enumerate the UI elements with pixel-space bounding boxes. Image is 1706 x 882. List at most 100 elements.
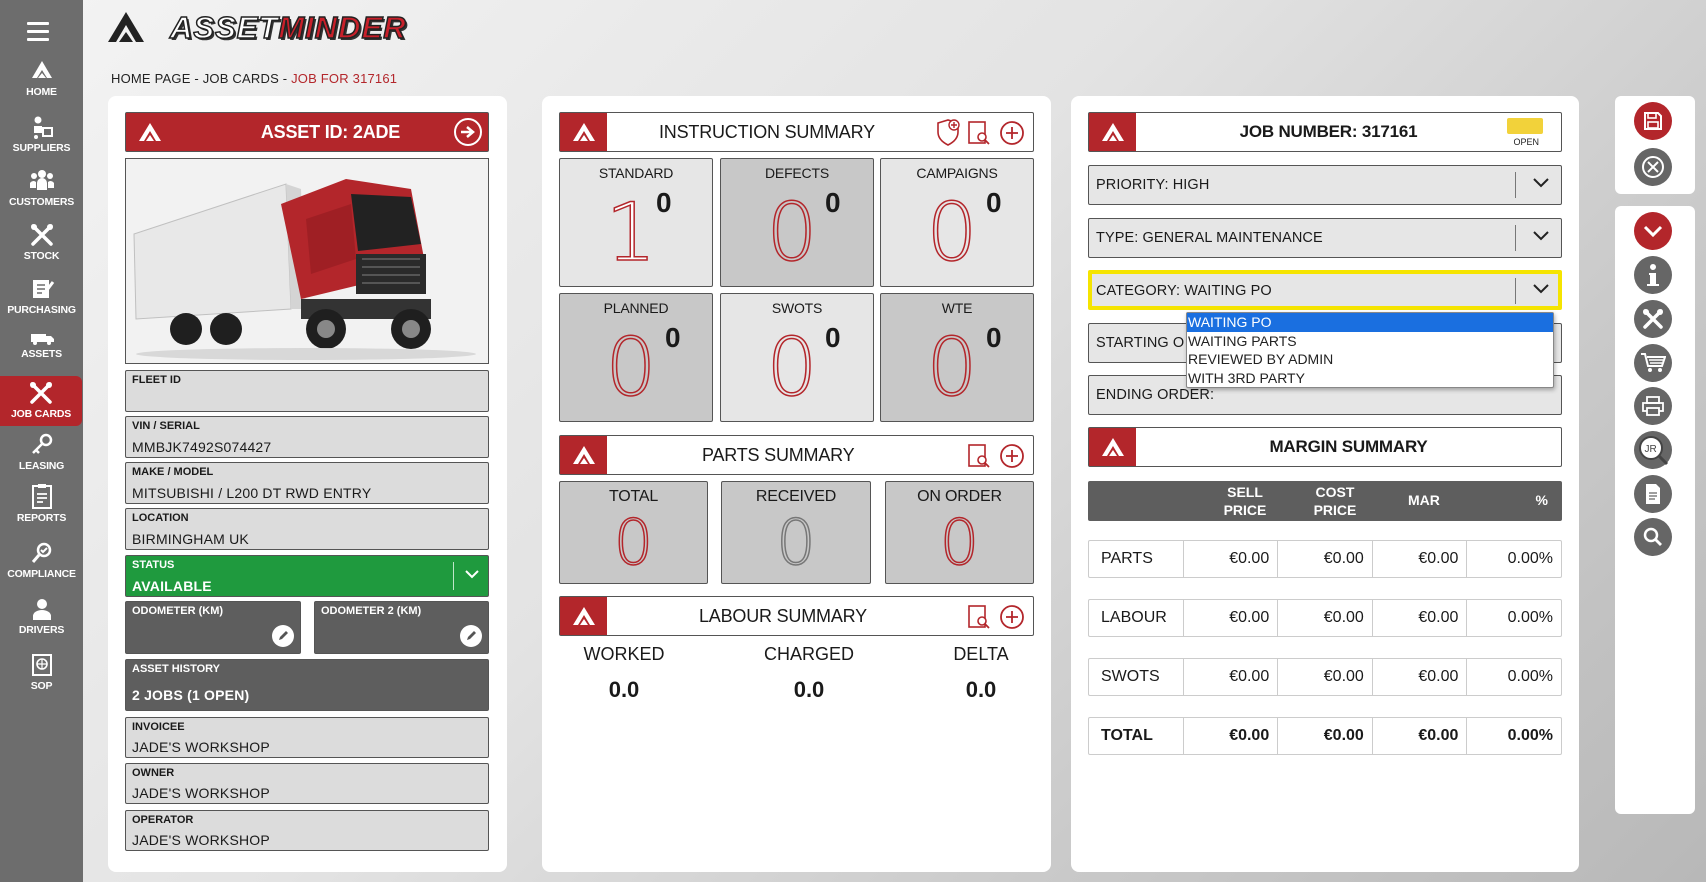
row-name: TOTAL [1101, 727, 1153, 744]
instruction-tile-standard[interactable]: STANDARD 0 1 [559, 158, 713, 287]
odometer-2-field[interactable]: ODOMETER 2 (KM) [314, 601, 489, 654]
parts-tile-on-order[interactable]: ON ORDER 0 [885, 481, 1034, 584]
tile-big-number: 0 [926, 321, 978, 414]
ending-order-label: ENDING ORDER: [1096, 387, 1215, 403]
instruction-tile-planned[interactable]: PLANNED 0 0 [559, 293, 713, 422]
close-button[interactable] [1634, 148, 1672, 186]
nav-sop-label: SOP [30, 680, 53, 692]
edit-odometer-button[interactable] [272, 625, 294, 647]
close-icon [1642, 156, 1664, 178]
tools-button[interactable] [1634, 300, 1672, 338]
make-model-label: MAKE / MODEL [132, 466, 214, 478]
asset-go-button[interactable] [454, 118, 482, 146]
asset-history-label: ASSET HISTORY [132, 663, 221, 675]
document-button[interactable] [1634, 475, 1672, 513]
tile-big-number: 0 [926, 186, 978, 279]
nav-sop[interactable]: SOP [0, 652, 83, 698]
operator-field[interactable]: OPERATOR JADE'S WORKSHOP [125, 810, 489, 851]
chevron-down-icon [1533, 231, 1549, 241]
row-sell: €0.00 [1182, 659, 1278, 695]
job-status-indicator [1507, 118, 1543, 134]
parts-tile-total[interactable]: TOTAL 0 [559, 481, 708, 584]
compliance-icon [31, 542, 51, 563]
priority-dropdown[interactable]: PRIORITY: HIGH [1088, 165, 1562, 205]
nav-job-cards[interactable]: JOB CARDS [0, 376, 82, 426]
category-dropdown[interactable]: CATEGORY: WAITING PO [1088, 270, 1562, 310]
starting-order-label: STARTING O [1096, 335, 1185, 351]
fleet-id-field[interactable]: FLEET ID [125, 370, 489, 412]
add-instruction-icon[interactable] [999, 120, 1025, 146]
category-option[interactable]: WITH 3RD PARTY [1187, 369, 1553, 388]
tile-count: 0 [665, 322, 681, 353]
nav-assets[interactable]: ASSETS [0, 332, 83, 368]
nav-reports[interactable]: REPORTS [0, 482, 83, 528]
row-margin: €0.00 [1371, 541, 1467, 577]
search-button[interactable] [1634, 518, 1672, 556]
nav-stock-label: STOCK [23, 250, 60, 262]
save-button[interactable] [1634, 102, 1672, 140]
nav-customers[interactable]: CUSTOMERS [0, 168, 83, 214]
add-part-icon[interactable] [999, 443, 1025, 469]
vin-value: MMBJK7492S074427 [132, 439, 272, 455]
instruction-tile-wte[interactable]: WTE 0 0 [880, 293, 1034, 422]
invoicee-field[interactable]: INVOICEE JADE'S WORKSHOP [125, 717, 489, 758]
nav-home[interactable]: HOME [0, 58, 83, 104]
category-option[interactable]: REVIEWED BY ADMIN [1187, 350, 1553, 369]
type-dropdown[interactable]: TYPE: GENERAL MAINTENANCE [1088, 218, 1562, 258]
tile-label: WTE [941, 300, 973, 316]
dropdown-separator [1515, 278, 1516, 304]
row-margin: €0.00 [1371, 600, 1467, 636]
tile-label: DEFECTS [765, 165, 829, 181]
cart-button[interactable] [1634, 344, 1672, 382]
instruction-summary-header: INSTRUCTION SUMMARY [559, 112, 1034, 152]
instruction-tile-campaigns[interactable]: CAMPAIGNS 0 0 [880, 158, 1034, 287]
search-document-icon[interactable] [967, 604, 991, 630]
nav-compliance[interactable]: COMPLIANCE [0, 540, 83, 586]
jr-search-button[interactable]: JR [1634, 431, 1672, 469]
breadcrumb-home[interactable]: HOME PAGE [111, 71, 191, 86]
nav-purchasing[interactable]: PURCHASING [0, 276, 83, 322]
labour-delta-label: DELTA [953, 644, 1009, 664]
invoicee-value: JADE'S WORKSHOP [132, 739, 270, 755]
print-button[interactable] [1634, 387, 1672, 425]
tile-label: CAMPAIGNS [916, 165, 998, 181]
tile-big-number: 0 [766, 321, 818, 414]
nav-suppliers[interactable]: SUPPLIERS [0, 114, 83, 160]
add-labour-icon[interactable] [999, 604, 1025, 630]
breadcrumb-job-cards[interactable]: JOB CARDS [203, 71, 279, 86]
leasing-icon [31, 433, 52, 454]
search-document-icon[interactable] [967, 443, 991, 469]
make-model-field[interactable]: MAKE / MODEL MITSUBISHI / L200 DT RWD EN… [125, 462, 489, 504]
instruction-tile-defects[interactable]: DEFECTS 0 0 [720, 158, 874, 287]
owner-value: JADE'S WORKSHOP [132, 785, 270, 801]
breadcrumb-sep: - [278, 71, 292, 86]
asset-history-field[interactable]: ASSET HISTORY 2 JOBS (1 OPEN) [125, 659, 489, 711]
edit-odometer-2-button[interactable] [460, 625, 482, 647]
vin-field[interactable]: VIN / SERIAL MMBJK7492S074427 [125, 416, 489, 458]
odometer-field[interactable]: ODOMETER (KM) [125, 601, 301, 654]
parts-tile-received[interactable]: RECEIVED 0 [721, 481, 871, 584]
margin-summary-header: MARGIN SUMMARY [1088, 427, 1562, 467]
nav-drivers[interactable]: DRIVERS [0, 596, 83, 642]
add-defect-shield-icon[interactable] [935, 119, 961, 147]
owner-field[interactable]: OWNER JADE'S WORKSHOP [125, 763, 489, 804]
asset-header: ASSET ID: 2ADE [125, 112, 489, 152]
category-option[interactable]: WAITING PO [1187, 313, 1553, 332]
status-dropdown[interactable]: STATUS AVAILABLE [125, 555, 489, 597]
job-number-header: JOB NUMBER: 317161 OPEN [1088, 112, 1562, 152]
nav-stock[interactable]: STOCK [0, 222, 83, 268]
search-document-icon[interactable] [967, 120, 991, 146]
info-button[interactable] [1634, 256, 1672, 294]
truck-image [126, 159, 488, 363]
labour-delta-value: 0.0 [965, 677, 997, 702]
location-field[interactable]: LOCATION BIRMINGHAM UK [125, 508, 489, 550]
brand-icon [126, 113, 173, 151]
instruction-tile-swots[interactable]: SWOTS 0 0 [720, 293, 874, 422]
category-option[interactable]: WAITING PARTS [1187, 332, 1553, 351]
collapse-button[interactable] [1634, 212, 1672, 250]
arrow-right-icon [461, 126, 475, 138]
nav-leasing[interactable]: LEASING [0, 432, 83, 478]
tile-label: TOTAL [608, 488, 659, 505]
tile-label: RECEIVED [755, 488, 837, 505]
menu-icon[interactable] [27, 22, 49, 41]
